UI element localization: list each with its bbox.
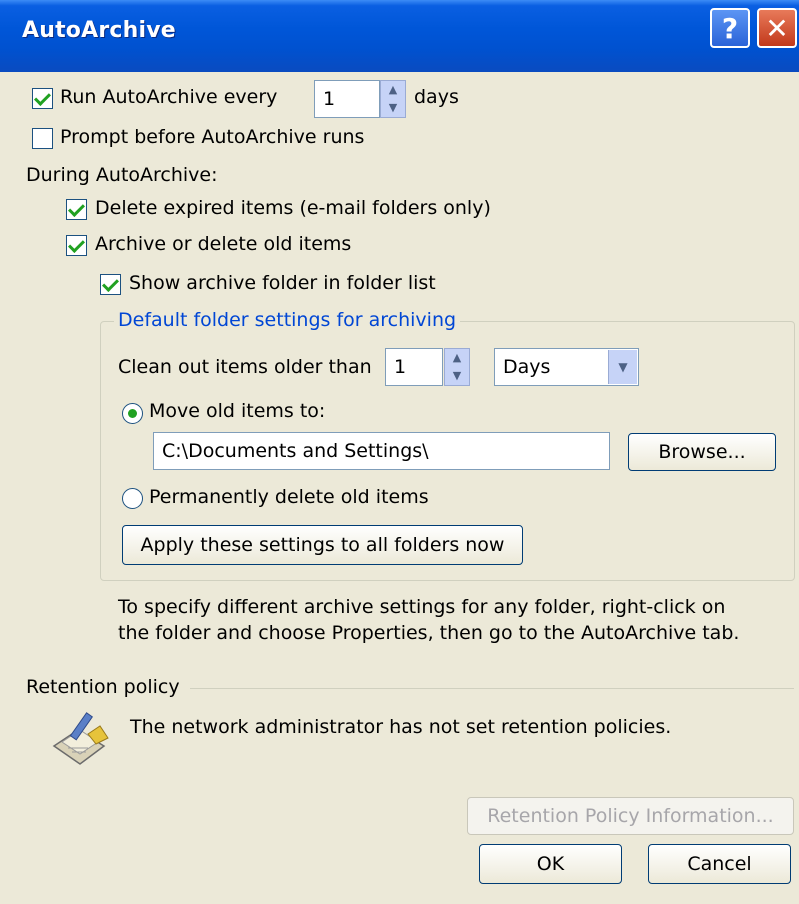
default-settings-title: Default folder settings for archiving	[114, 309, 461, 331]
show-archive-folder-checkbox[interactable]	[100, 274, 121, 295]
clean-out-spinner[interactable]: ▲ ▼	[444, 348, 470, 386]
cancel-button[interactable]: Cancel	[648, 844, 791, 884]
title-bar[interactable]: AutoArchive ? ✕	[0, 0, 799, 72]
during-heading: During AutoArchive:	[26, 164, 218, 186]
spin-up-icon[interactable]: ▲	[381, 81, 405, 99]
move-old-items-radio[interactable]	[122, 403, 143, 424]
retention-separator	[190, 688, 794, 689]
retention-message: The network administrator has not set re…	[130, 716, 672, 738]
archive-old-checkbox[interactable]	[66, 235, 87, 256]
browse-button[interactable]: Browse...	[628, 433, 776, 471]
delete-expired-checkbox[interactable]	[66, 199, 87, 220]
retention-heading: Retention policy	[26, 676, 180, 698]
close-button[interactable]: ✕	[757, 8, 797, 48]
autoarchive-dialog: AutoArchive ? ✕ Run AutoArchive every 1 …	[0, 0, 799, 904]
retention-info-button[interactable]: Retention Policy Information...	[467, 797, 794, 835]
run-days-input[interactable]: 1	[314, 80, 380, 118]
permanently-delete-radio[interactable]	[122, 488, 143, 509]
clean-out-unit-select[interactable]: Days ▼	[494, 348, 639, 386]
run-autoarchive-label: Run AutoArchive every	[60, 86, 278, 108]
prompt-before-label: Prompt before AutoArchive runs	[60, 126, 365, 148]
retention-policy-icon	[48, 708, 116, 770]
chevron-down-icon[interactable]: ▼	[608, 350, 637, 384]
show-archive-folder-label: Show archive folder in folder list	[129, 272, 436, 294]
archive-path-input[interactable]: C:\Documents and Settings\	[153, 432, 610, 470]
archive-old-label: Archive or delete old items	[95, 233, 352, 255]
apply-all-folders-button[interactable]: Apply these settings to all folders now	[122, 525, 523, 565]
dialog-body: Run AutoArchive every 1 ▲ ▼ days Prompt …	[8, 72, 799, 904]
run-days-spinner[interactable]: ▲ ▼	[380, 80, 406, 118]
ok-button[interactable]: OK	[479, 844, 622, 884]
prompt-before-checkbox[interactable]	[32, 128, 53, 149]
help-button[interactable]: ?	[710, 8, 750, 48]
delete-expired-label: Delete expired items (e-mail folders onl…	[95, 197, 491, 219]
spin-up-icon[interactable]: ▲	[445, 349, 469, 367]
clean-out-label: Clean out items older than	[118, 356, 372, 378]
folder-settings-note: To specify different archive settings fo…	[118, 596, 740, 644]
run-days-unit: days	[414, 86, 459, 108]
spin-down-icon[interactable]: ▼	[445, 367, 469, 385]
clean-out-input[interactable]: 1	[385, 348, 443, 386]
clean-out-unit-value: Days	[503, 356, 551, 378]
spin-down-icon[interactable]: ▼	[381, 99, 405, 117]
permanently-delete-label: Permanently delete old items	[149, 486, 429, 508]
run-autoarchive-checkbox[interactable]	[32, 88, 53, 109]
window-title: AutoArchive	[22, 18, 176, 43]
move-old-items-label: Move old items to:	[149, 400, 326, 422]
